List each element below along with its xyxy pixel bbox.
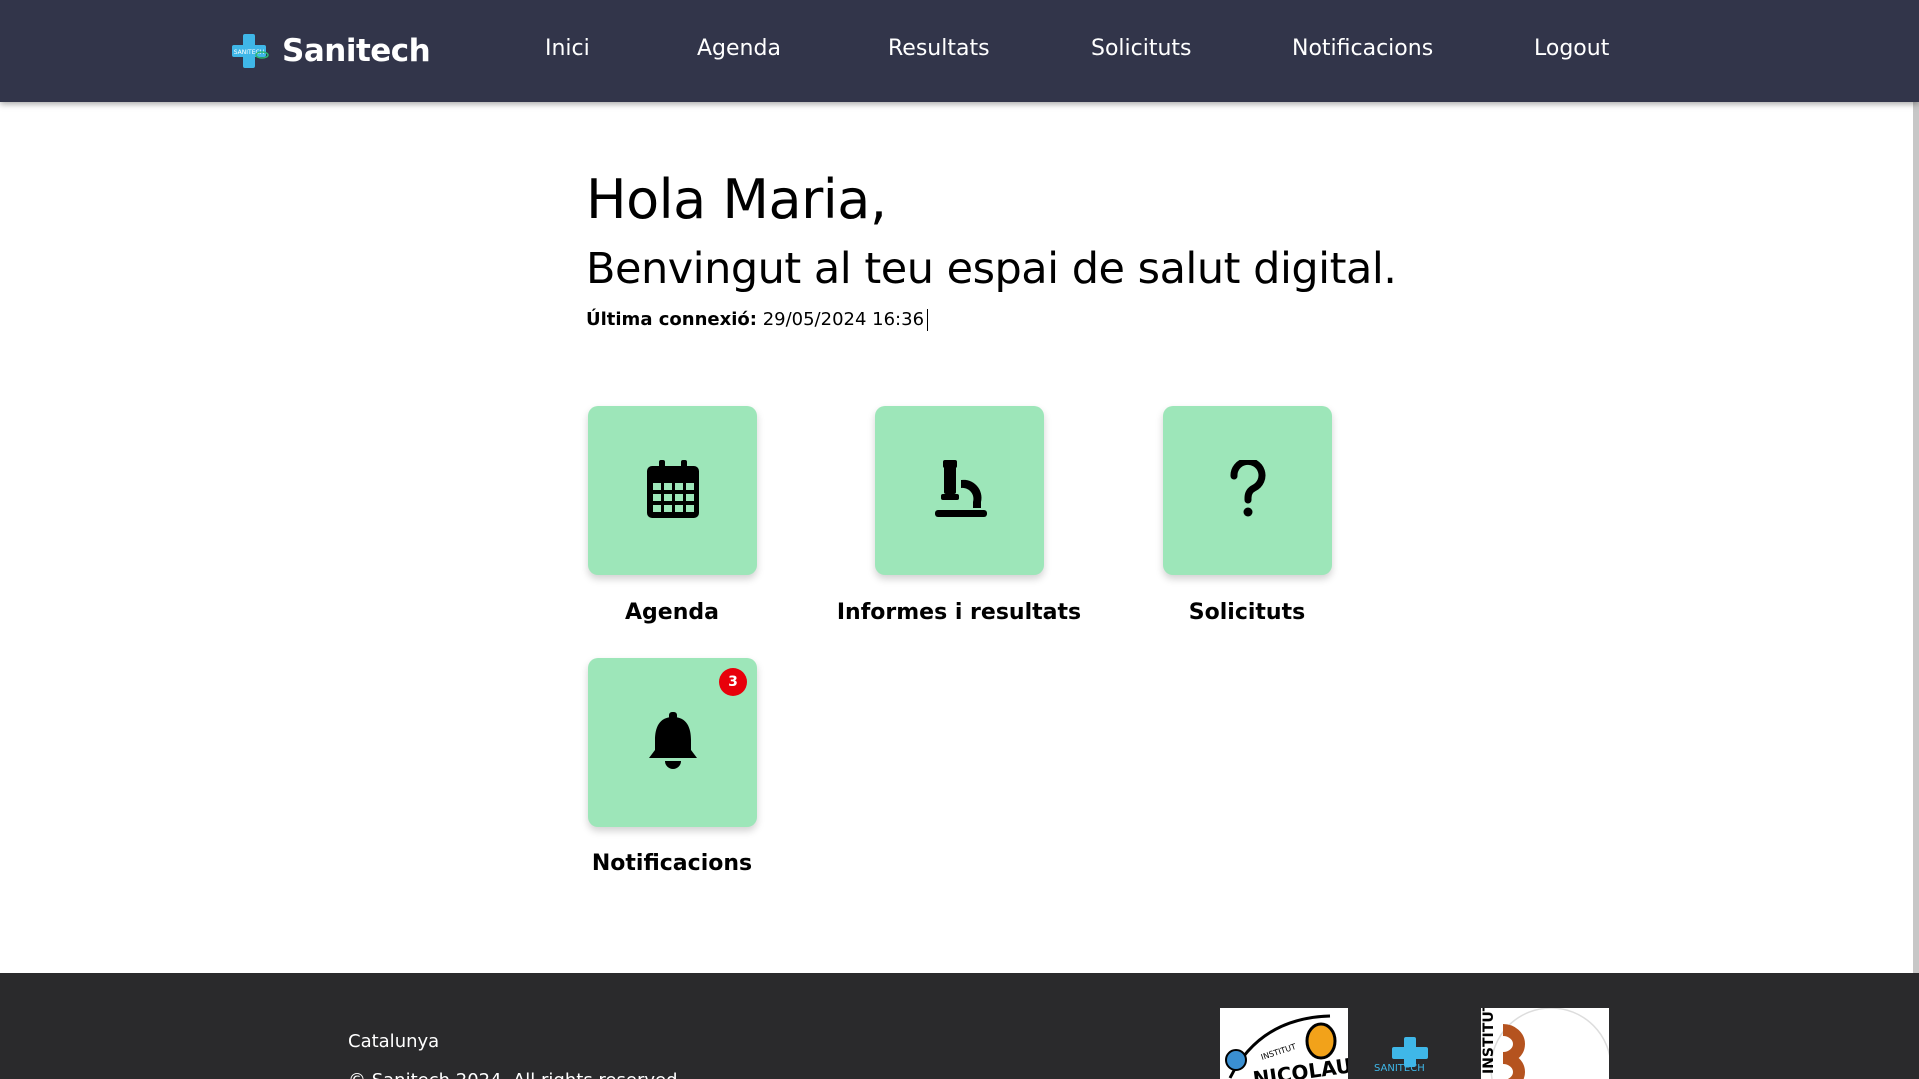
top-navbar: SANITECH Sanitech Inici Agenda Resultats… <box>0 0 1919 102</box>
nav-item-notificacions[interactable]: Notificacions <box>1292 36 1433 61</box>
svg-text:INSTITUT: INSTITUT <box>1260 1042 1297 1062</box>
tile-solicituts-label[interactable]: Solicituts <box>1117 600 1377 625</box>
nav-item-agenda[interactable]: Agenda <box>697 36 781 61</box>
brand[interactable]: SANITECH Sanitech <box>226 28 431 74</box>
calendar-icon <box>646 459 699 522</box>
welcome-subtitle: Benvingut al teu espai de salut digital. <box>586 244 1397 294</box>
tile-informes[interactable] <box>875 406 1044 575</box>
partner-logo-institut: INSTITUT <box>1481 1008 1609 1079</box>
footer: Catalunya © Sanitech 2024. All rights re… <box>0 973 1919 1079</box>
brand-name: Sanitech <box>282 33 431 69</box>
tile-agenda[interactable] <box>588 406 757 575</box>
nav-item-logout[interactable]: Logout <box>1534 36 1609 61</box>
microscope-icon <box>931 459 989 522</box>
page-scrollbar[interactable] <box>1913 0 1919 980</box>
nav-item-solicituts[interactable]: Solicituts <box>1091 36 1192 61</box>
partner-logo-institut-nicolau: INSTITUT NICOLAU <box>1220 1008 1348 1079</box>
footer-copyright: © Sanitech 2024. All rights reserved. <box>348 1070 683 1079</box>
nav-item-inici[interactable]: Inici <box>545 36 590 61</box>
greeting-heading: Hola Maria, <box>586 168 887 231</box>
tile-notificacions[interactable]: 3 <box>588 658 757 827</box>
svg-text:SANITECH: SANITECH <box>1374 1063 1425 1074</box>
question-icon <box>1228 457 1268 522</box>
svg-text:INSTITUT: INSTITUT <box>1481 1008 1497 1074</box>
tile-informes-label[interactable]: Informes i resultats <box>829 600 1089 625</box>
nav-item-resultats[interactable]: Resultats <box>888 36 990 61</box>
text-caret <box>927 309 929 331</box>
tile-agenda-label[interactable]: Agenda <box>542 600 802 625</box>
last-connection: Última connexió: 29/05/2024 16:36 <box>586 309 929 331</box>
notification-count-badge: 3 <box>719 668 747 696</box>
sanitech-logo-icon: SANITECH <box>226 31 272 71</box>
bell-icon <box>647 711 699 774</box>
footer-region: Catalunya <box>348 1031 440 1052</box>
partner-logo-sanitech: SANITECH <box>1360 1037 1460 1079</box>
tile-notificacions-label[interactable]: Notificacions <box>542 851 802 876</box>
last-connection-label: Última connexió: <box>586 309 757 330</box>
last-connection-value: 29/05/2024 16:36 <box>762 309 925 330</box>
tile-solicituts[interactable] <box>1163 406 1332 575</box>
scrollbar-thumb[interactable] <box>1913 0 1919 980</box>
